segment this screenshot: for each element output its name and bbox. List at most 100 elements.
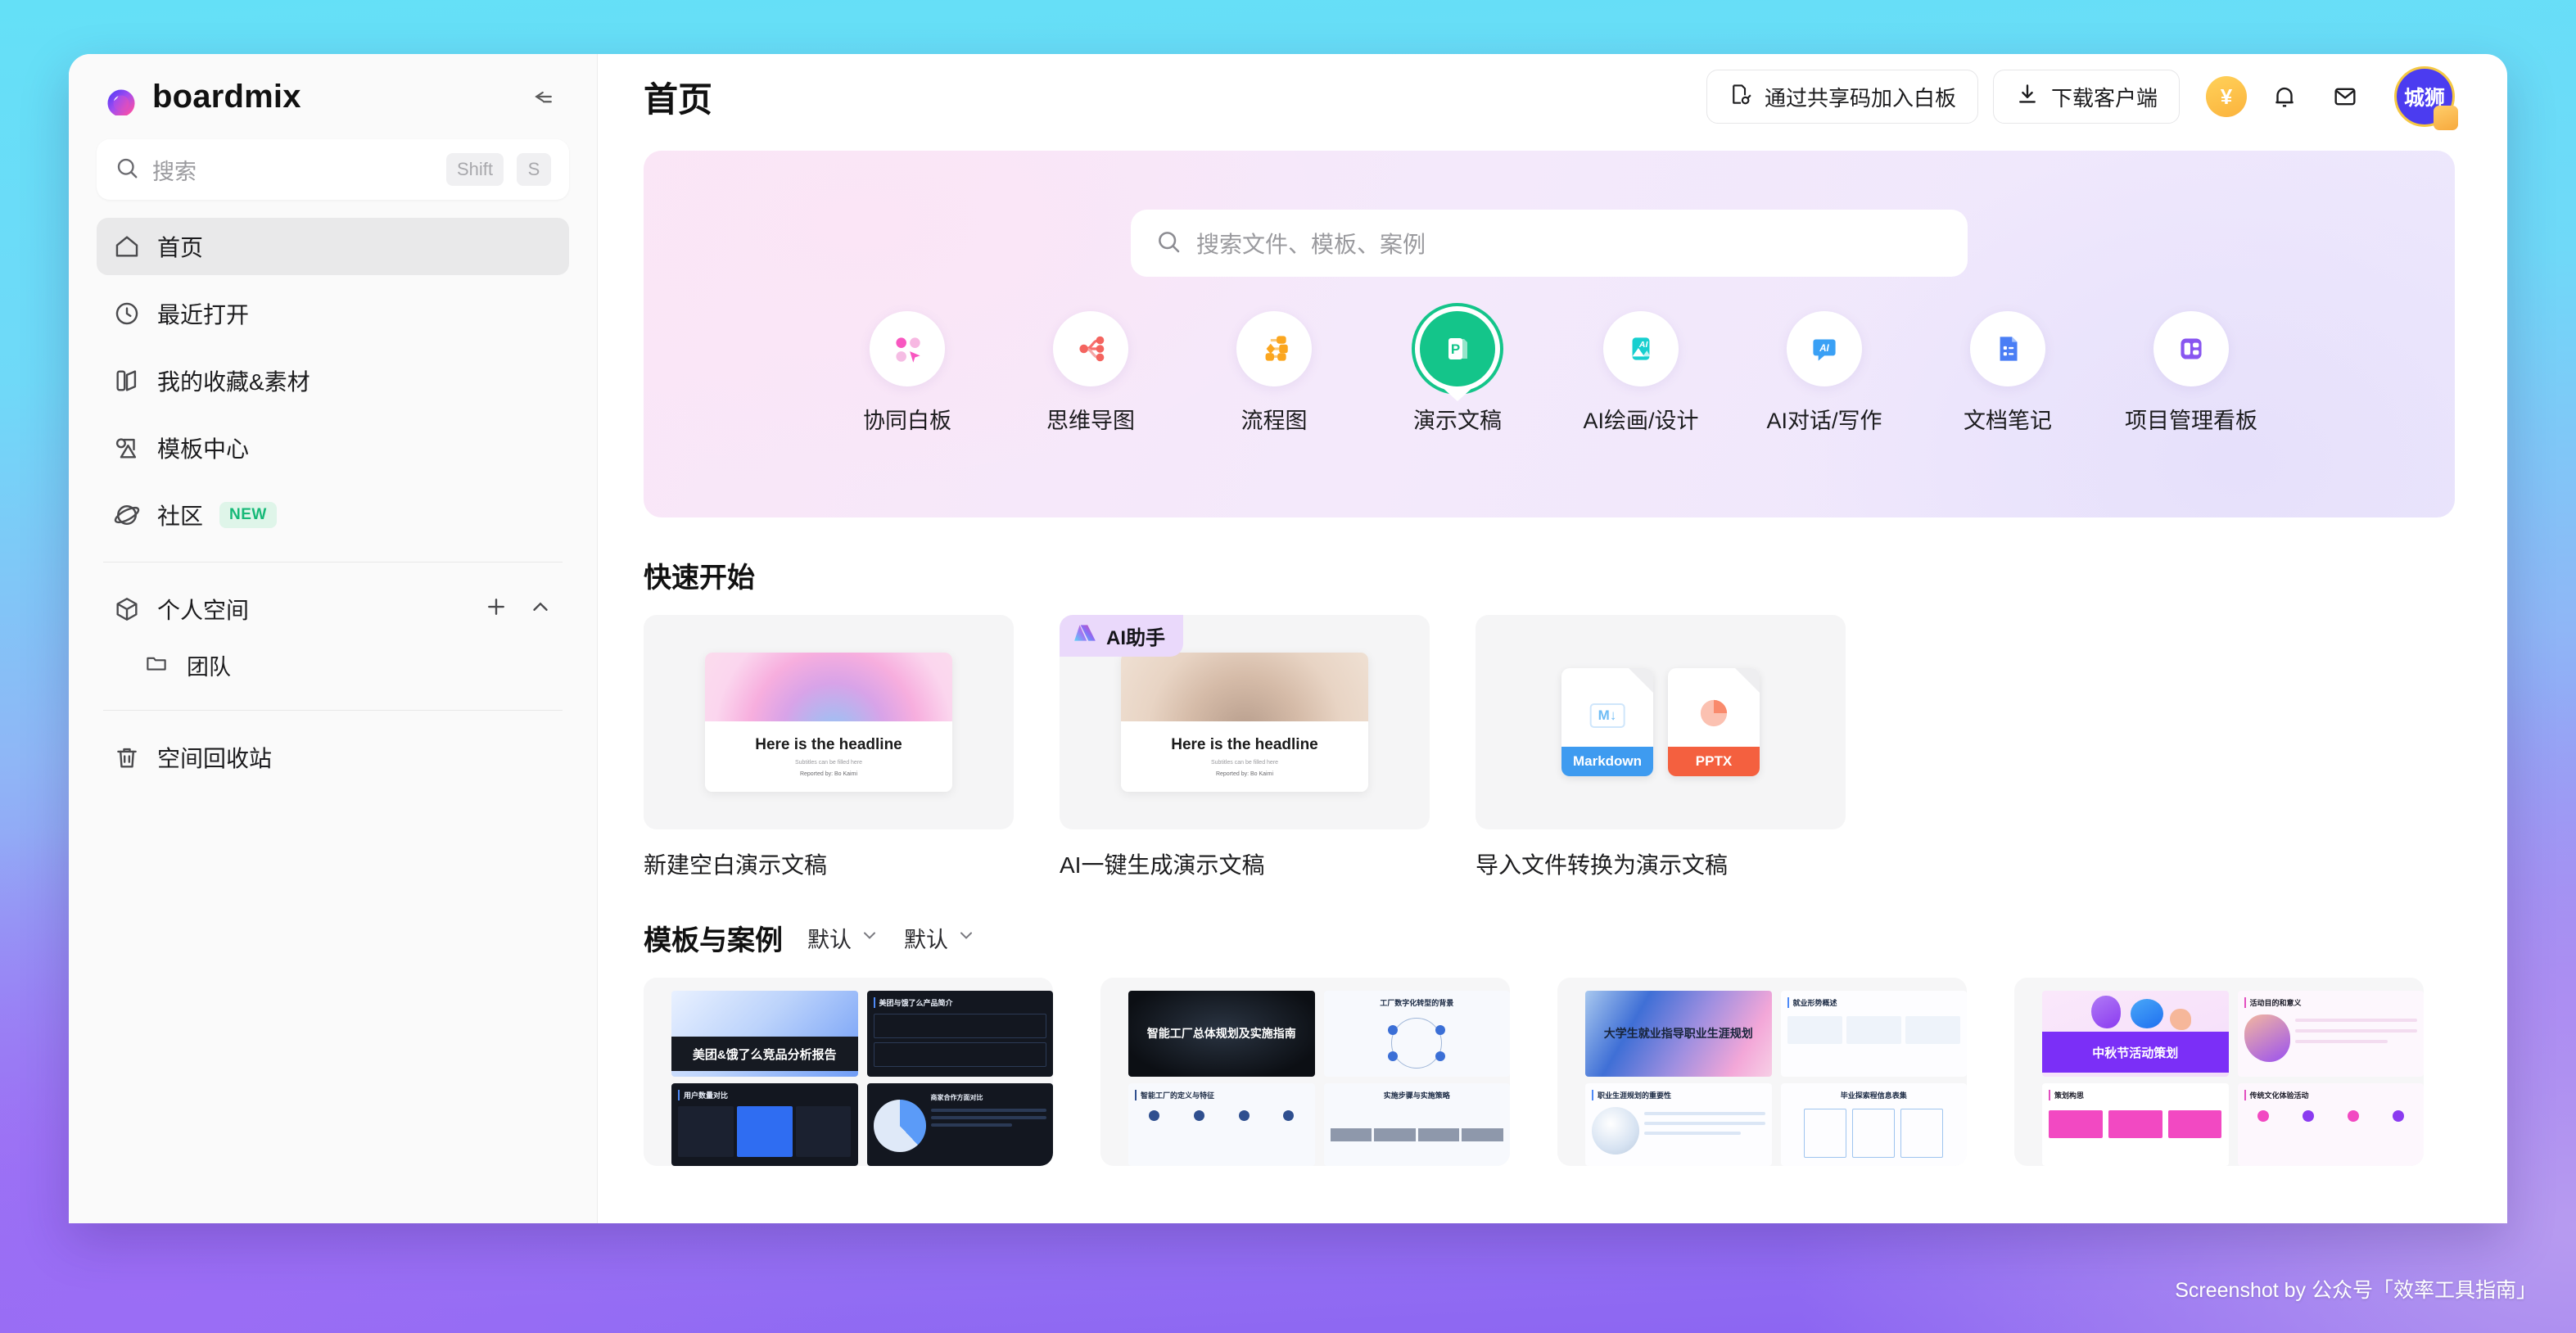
inbox-icon[interactable] [2322, 74, 2368, 120]
personal-space-label: 个人空间 [157, 598, 250, 623]
template-card-4[interactable]: 中秋节活动策划 策划构思 活动目的和意义 传统文化体验活动 [2014, 978, 2424, 1166]
category-label: 流程图 [1241, 409, 1308, 433]
planet-icon [113, 501, 141, 529]
kanban-icon [2153, 311, 2229, 386]
category-ai-chat[interactable]: AI AI对话/写作 [1733, 311, 1916, 435]
pie-chart-icon [1700, 700, 1728, 727]
download-icon [2015, 82, 2040, 112]
chevron-up-icon[interactable] [528, 594, 553, 625]
search-icon [1155, 228, 1182, 259]
collapse-sidebar-icon[interactable] [525, 78, 563, 115]
category-list: 协同白板 思维导图 流程图 P 演示文稿 AI AI绘画/设计 AI AI对话/… [644, 311, 2455, 435]
search-input[interactable]: 搜索 Shift S [97, 139, 569, 200]
whiteboard-icon [870, 311, 945, 386]
trash-icon [113, 743, 141, 771]
slide-cover-image [1121, 653, 1368, 721]
search-icon [115, 156, 139, 184]
credits-button[interactable]: ¥ [2206, 76, 2247, 117]
search-shortcut-shift: Shift [445, 153, 504, 186]
template-icon [113, 434, 141, 462]
page-title: 首页 [644, 79, 713, 119]
template-slide-title: 策划构思 [2049, 1089, 2222, 1100]
bell-icon[interactable] [2262, 74, 2307, 120]
slide-byline: Reported by: Bo Kaimi [799, 771, 858, 777]
sidebar-item-team[interactable]: 团队 [97, 638, 569, 692]
sidebar-item-label: 我的收藏&素材 [157, 369, 310, 395]
template-slide-title: 智能工厂的定义与特征 [1135, 1089, 1308, 1100]
template-card-1[interactable]: 美团&饿了么竞品分析报告 用户数量对比 美团与饿了么产品简介 商家合作方面对比 [644, 978, 1053, 1166]
template-card-2[interactable]: 智能工厂总体规划及实施指南 智能工厂的定义与特征 工厂数字化转型的背景 实施步骤… [1100, 978, 1510, 1166]
quick-start-label: AI一键生成演示文稿 [1060, 852, 1265, 878]
category-document[interactable]: 文档笔记 [1916, 311, 2099, 435]
pptx-file-icon: PPTX [1668, 668, 1760, 776]
sidebar-divider [103, 562, 563, 563]
quick-start-card-ai[interactable]: AI助手 Here is the headline Subtitles can … [1060, 615, 1430, 880]
download-client-button[interactable]: 下载客户端 [1992, 70, 2180, 124]
template-cover-title: 智能工厂总体规划及实施指南 [1146, 1027, 1296, 1041]
join-whiteboard-button[interactable]: 通过共享码加入白板 [1706, 70, 1978, 124]
slide-preview: Here is the headline Subtitles can be fi… [705, 653, 952, 792]
sidebar-item-favorites[interactable]: 我的收藏&素材 [97, 352, 569, 409]
category-label: AI对话/写作 [1766, 409, 1882, 433]
sidebar-item-recent[interactable]: 最近打开 [97, 285, 569, 342]
quick-start-thumb: Here is the headline Subtitles can be fi… [644, 615, 1014, 829]
template-filter-2[interactable]: 默认 [904, 922, 976, 954]
quick-start-thumb: AI助手 Here is the headline Subtitles can … [1060, 615, 1430, 829]
sidebar-item-home[interactable]: 首页 [97, 218, 569, 275]
category-label: 协同白板 [863, 409, 951, 433]
mindmap-icon [1053, 311, 1128, 386]
sidebar-item-label: 团队 [187, 654, 231, 680]
quick-start-card-import[interactable]: M↓ Markdown PPTX 导入文件转换为演示文稿 [1476, 615, 1846, 880]
join-whiteboard-label: 通过共享码加入白板 [1764, 85, 1956, 111]
cube-icon [113, 595, 141, 623]
ai-chat-icon: AI [1787, 311, 1862, 386]
svg-text:AI: AI [1819, 344, 1829, 354]
chevron-down-icon [956, 925, 976, 951]
main-content: 首页 通过共享码加入白板 下载客户端 ¥ 城狮 搜索文件、模板、案例 协同白板 … [598, 54, 2507, 1223]
quick-start-list: Here is the headline Subtitles can be fi… [598, 615, 2507, 880]
category-label: 项目管理看板 [2125, 409, 2257, 433]
slide-preview: Here is the headline Subtitles can be fi… [1121, 653, 1368, 792]
quick-start-card-blank[interactable]: Here is the headline Subtitles can be fi… [644, 615, 1014, 880]
template-slide-title: 商家合作方面对比 [930, 1093, 983, 1101]
presentation-icon: P [1420, 311, 1495, 401]
search-shortcut-s: S [517, 153, 551, 186]
category-label: AI绘画/设计 [1583, 409, 1699, 433]
category-flowchart[interactable]: 流程图 [1182, 311, 1366, 435]
quick-start-header: 快速开始 [644, 555, 2507, 595]
template-slide-title: 就业形势概述 [1787, 997, 1961, 1008]
template-card-3[interactable]: 大学生就业指导职业生涯规划 职业生涯规划的重要性 就业形势概述 毕业探索程信息表… [1557, 978, 1967, 1166]
home-icon [113, 233, 141, 260]
category-ai-design[interactable]: AI AI绘画/设计 [1549, 311, 1733, 435]
template-slide-title: 用户数量对比 [678, 1089, 852, 1100]
plus-icon[interactable] [484, 594, 508, 625]
hero-banner: 搜索文件、模板、案例 协同白板 思维导图 流程图 P 演示文稿 AI AI绘画/… [644, 151, 2455, 517]
vip-crown-icon [2434, 106, 2458, 130]
quick-start-label: 导入文件转换为演示文稿 [1476, 852, 1729, 878]
category-presentation[interactable]: P 演示文稿 [1366, 311, 1549, 435]
category-label: 演示文稿 [1413, 409, 1502, 433]
category-mindmap[interactable]: 思维导图 [999, 311, 1182, 435]
chevron-down-icon [860, 925, 879, 951]
category-whiteboard[interactable]: 协同白板 [816, 311, 999, 435]
sidebar-item-templates[interactable]: 模板中心 [97, 419, 569, 477]
sidebar: boardmix 搜索 Shift S 首页 最近打开 我的收藏&素材 模板中心… [69, 54, 598, 1223]
template-cover-title: 美团&饿了么竞品分析报告 [692, 1047, 837, 1062]
hero-search-input[interactable]: 搜索文件、模板、案例 [1131, 210, 1968, 277]
category-label: 思维导图 [1046, 409, 1135, 433]
sidebar-item-trash[interactable]: 空间回收站 [97, 729, 569, 786]
category-label: 文档笔记 [1964, 409, 2052, 433]
category-kanban[interactable]: 项目管理看板 [2099, 311, 2283, 435]
markdown-glyph: M↓ [1589, 703, 1625, 729]
slide-byline: Reported by: Bo Kaimi [1215, 771, 1274, 777]
svg-text:AI: AI [1638, 341, 1649, 350]
template-cover-title: 中秋节活动策划 [2092, 1046, 2179, 1060]
sidebar-item-label: 社区 [157, 504, 204, 529]
sidebar-section-personal-space[interactable]: 个人空间 [97, 581, 569, 638]
template-slide-title: 职业生涯规划的重要性 [1592, 1089, 1765, 1100]
svg-text:P: P [1451, 341, 1460, 357]
file-tag: PPTX [1668, 747, 1760, 776]
avatar[interactable]: 城狮 [2394, 66, 2458, 130]
template-filter-1[interactable]: 默认 [807, 922, 879, 954]
sidebar-item-community[interactable]: 社区 NEW [97, 486, 569, 544]
